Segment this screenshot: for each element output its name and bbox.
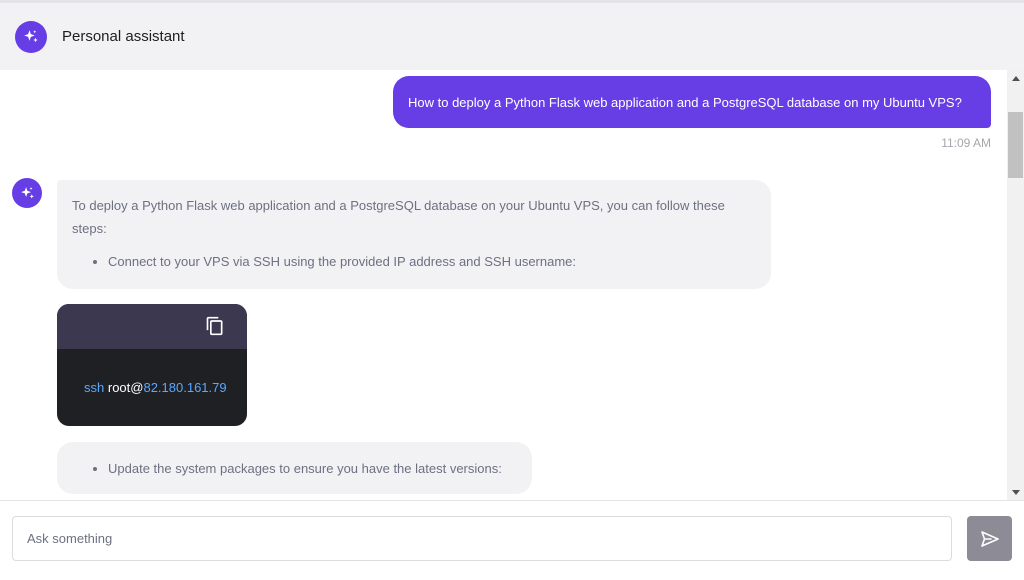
composer	[0, 500, 1024, 580]
assistant-message-bubble: Update the system packages to ensure you…	[57, 442, 532, 494]
assistant-message-avatar	[12, 178, 42, 208]
sparkles-icon	[24, 29, 38, 42]
code-user: root@	[107, 380, 144, 395]
message-input[interactable]	[12, 516, 952, 561]
assistant-steps-list: Update the system packages to ensure you…	[57, 461, 502, 476]
user-message-text: How to deploy a Python Flask web applica…	[408, 94, 962, 110]
assistant-avatar	[15, 20, 47, 53]
assistant-intro-text: To deploy a Python Flask web application…	[72, 198, 725, 236]
assistant-message-bubble: To deploy a Python Flask web application…	[57, 180, 771, 289]
message-timestamp: 11:09 AM	[941, 136, 991, 150]
sparkles-icon	[20, 186, 34, 198]
copy-code-button[interactable]	[205, 316, 225, 336]
list-item: Update the system packages to ensure you…	[108, 461, 502, 476]
scroll-up-button[interactable]	[1007, 70, 1024, 86]
code-command: ssh	[84, 380, 105, 395]
code-content: ssh root@ 82.180.161.79	[57, 349, 247, 426]
code-block: ssh root@ 82.180.161.79	[57, 304, 247, 426]
list-item: Connect to your VPS via SSH using the pr…	[108, 252, 756, 272]
triangle-down-icon	[1011, 489, 1020, 495]
code-host: 82.180.161.79	[143, 380, 227, 395]
chat-messages[interactable]: How to deploy a Python Flask web applica…	[0, 70, 1007, 500]
triangle-up-icon	[1011, 75, 1020, 81]
scroll-down-button[interactable]	[1007, 484, 1024, 500]
assistant-steps-list: Connect to your VPS via SSH using the pr…	[72, 252, 756, 272]
send-button[interactable]	[967, 516, 1012, 561]
scrollbar-thumb[interactable]	[1008, 112, 1023, 178]
send-icon	[980, 530, 999, 547]
user-message-bubble: How to deploy a Python Flask web applica…	[393, 76, 991, 128]
copy-icon	[206, 316, 223, 336]
chat-header: Personal assistant	[0, 3, 1024, 70]
header-title: Personal assistant	[62, 28, 185, 45]
chat-scrollbar[interactable]	[1007, 70, 1024, 500]
code-block-header	[57, 304, 247, 349]
chat-app: Personal assistant How to deploy a Pytho…	[0, 0, 1024, 580]
